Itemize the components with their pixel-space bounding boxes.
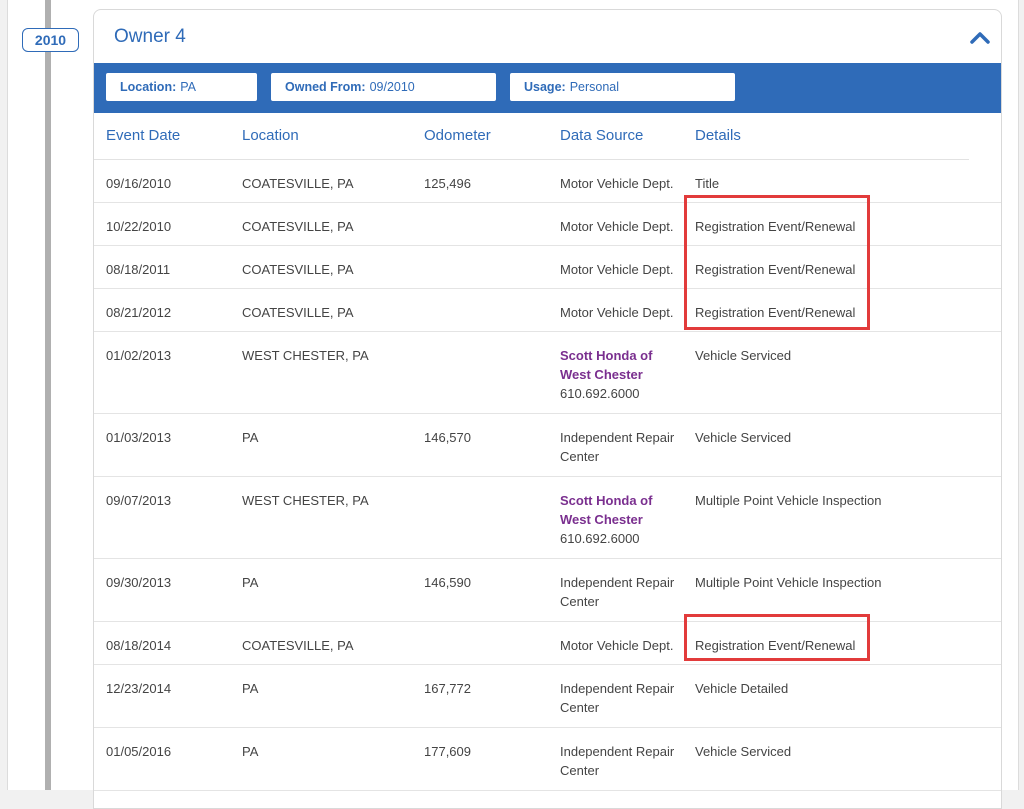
- data-source-cell: Motor Vehicle Dept.: [560, 219, 674, 234]
- odometer-cell: 177,609: [424, 744, 471, 759]
- data-source-cell: Motor Vehicle Dept.: [560, 262, 674, 277]
- location-cell: PA: [242, 681, 259, 696]
- details-cell: Multiple Point Vehicle Inspection: [695, 493, 882, 508]
- table-row: 09/30/2013 PA 146,590 Independent Repair…: [94, 559, 1001, 622]
- event-date-cell: 01/02/2013: [106, 348, 172, 363]
- odometer-cell: 125,496: [424, 176, 471, 191]
- dealer-link[interactable]: Scott Honda of West Chester: [560, 346, 685, 384]
- usage-value: Personal: [569, 80, 620, 94]
- year-badge: 2010: [22, 28, 79, 52]
- history-table: Event Date Location Odometer Data Source…: [94, 113, 1001, 791]
- event-date-cell: 10/22/2010: [106, 219, 172, 234]
- odometer-cell: 146,590: [424, 575, 471, 590]
- location-cell: PA: [242, 430, 259, 445]
- owner-title: Owner 4: [114, 26, 186, 47]
- owner-info-bar: Location: PA Owned From: 09/2010 Usage: …: [94, 63, 1001, 113]
- dealer-phone: 610.692.6000: [560, 386, 640, 401]
- event-date-cell: 01/03/2013: [106, 430, 172, 445]
- table-row: 08/18/2014 COATESVILLE, PA Motor Vehicle…: [94, 622, 1001, 665]
- owned-from-label: Owned From:: [285, 80, 366, 94]
- table-row: 08/21/2012 COATESVILLE, PA Motor Vehicle…: [94, 289, 1001, 332]
- location-cell: COATESVILLE, PA: [242, 305, 354, 320]
- location-cell: COATESVILLE, PA: [242, 219, 354, 234]
- event-date-cell: 08/18/2011: [106, 262, 171, 277]
- data-source-cell: Motor Vehicle Dept.: [560, 176, 674, 191]
- details-cell: Vehicle Serviced: [695, 430, 792, 445]
- table-row: 01/05/2016 PA 177,609 Independent Repair…: [94, 728, 1001, 791]
- data-source-cell: Motor Vehicle Dept.: [560, 638, 674, 653]
- owner-card-header[interactable]: Owner 4: [94, 10, 1001, 63]
- header-location[interactable]: Location: [242, 127, 299, 144]
- location-label: Location:: [120, 80, 177, 94]
- data-source-cell: Independent Repair Center: [560, 575, 675, 609]
- owned-from-chip: Owned From: 09/2010: [271, 73, 496, 101]
- table-row: 01/02/2013 WEST CHESTER, PA Scott Honda …: [94, 332, 1001, 414]
- owned-from-value: 09/2010: [369, 80, 415, 94]
- table-row: 08/18/2011 COATESVILLE, PA Motor Vehicle…: [94, 246, 1001, 289]
- header-details[interactable]: Details: [695, 127, 741, 144]
- location-cell: COATESVILLE, PA: [242, 176, 354, 191]
- location-chip: Location: PA: [106, 73, 257, 101]
- header-event-date[interactable]: Event Date: [106, 127, 180, 144]
- event-date-cell: 09/16/2010: [106, 176, 172, 191]
- table-row: 12/23/2014 PA 167,772 Independent Repair…: [94, 665, 1001, 728]
- timeline-line: [45, 0, 51, 790]
- table-row: 10/22/2010 COATESVILLE, PA Motor Vehicle…: [94, 203, 1001, 246]
- location-cell: WEST CHESTER, PA: [242, 493, 369, 508]
- usage-label: Usage:: [524, 80, 566, 94]
- location-value: PA: [180, 80, 196, 94]
- dealer-phone: 610.692.6000: [560, 531, 640, 546]
- chevron-up-icon[interactable]: [969, 27, 991, 49]
- details-cell: Vehicle Serviced: [695, 348, 792, 363]
- data-source-cell: Independent Repair Center: [560, 430, 675, 464]
- odometer-cell: 167,772: [424, 681, 471, 696]
- details-cell: Registration Event/Renewal: [695, 305, 856, 320]
- table-row: 09/07/2013 WEST CHESTER, PA Scott Honda …: [94, 477, 1001, 559]
- event-date-cell: 09/07/2013: [106, 493, 172, 508]
- location-cell: WEST CHESTER, PA: [242, 348, 369, 363]
- data-source-cell: Motor Vehicle Dept.: [560, 305, 674, 320]
- location-cell: PA: [242, 575, 259, 590]
- location-cell: PA: [242, 744, 259, 759]
- location-cell: COATESVILLE, PA: [242, 638, 354, 653]
- data-source-cell: Scott Honda of West Chester 610.692.6000: [560, 491, 685, 548]
- table-header-row: Event Date Location Odometer Data Source…: [94, 113, 969, 160]
- details-cell: Multiple Point Vehicle Inspection: [695, 575, 882, 590]
- data-source-cell: Scott Honda of West Chester 610.692.6000: [560, 346, 685, 403]
- event-date-cell: 12/23/2014: [106, 681, 172, 696]
- data-source-cell: Independent Repair Center: [560, 744, 675, 778]
- event-date-cell: 08/18/2014: [106, 638, 172, 653]
- details-cell: Vehicle Serviced: [695, 744, 792, 759]
- table-row: 01/03/2013 PA 146,570 Independent Repair…: [94, 414, 1001, 477]
- data-source-cell: Independent Repair Center: [560, 681, 675, 715]
- location-cell: COATESVILLE, PA: [242, 262, 354, 277]
- odometer-cell: 146,570: [424, 430, 471, 445]
- details-cell: Vehicle Detailed: [695, 681, 789, 696]
- event-date-cell: 08/21/2012: [106, 305, 172, 320]
- event-date-cell: 01/05/2016: [106, 744, 172, 759]
- header-odometer[interactable]: Odometer: [424, 127, 491, 144]
- details-cell: Registration Event/Renewal: [695, 638, 856, 653]
- event-date-cell: 09/30/2013: [106, 575, 172, 590]
- details-cell: Registration Event/Renewal: [695, 219, 856, 234]
- details-cell: Registration Event/Renewal: [695, 262, 856, 277]
- header-data-source[interactable]: Data Source: [560, 127, 643, 144]
- details-cell: Title: [695, 176, 720, 191]
- owner-card: Owner 4 Location: PA Owned From: 09/2010…: [93, 9, 1002, 809]
- usage-chip: Usage: Personal: [510, 73, 735, 101]
- table-row: 09/16/2010 COATESVILLE, PA 125,496 Motor…: [94, 160, 1001, 203]
- dealer-link[interactable]: Scott Honda of West Chester: [560, 491, 685, 529]
